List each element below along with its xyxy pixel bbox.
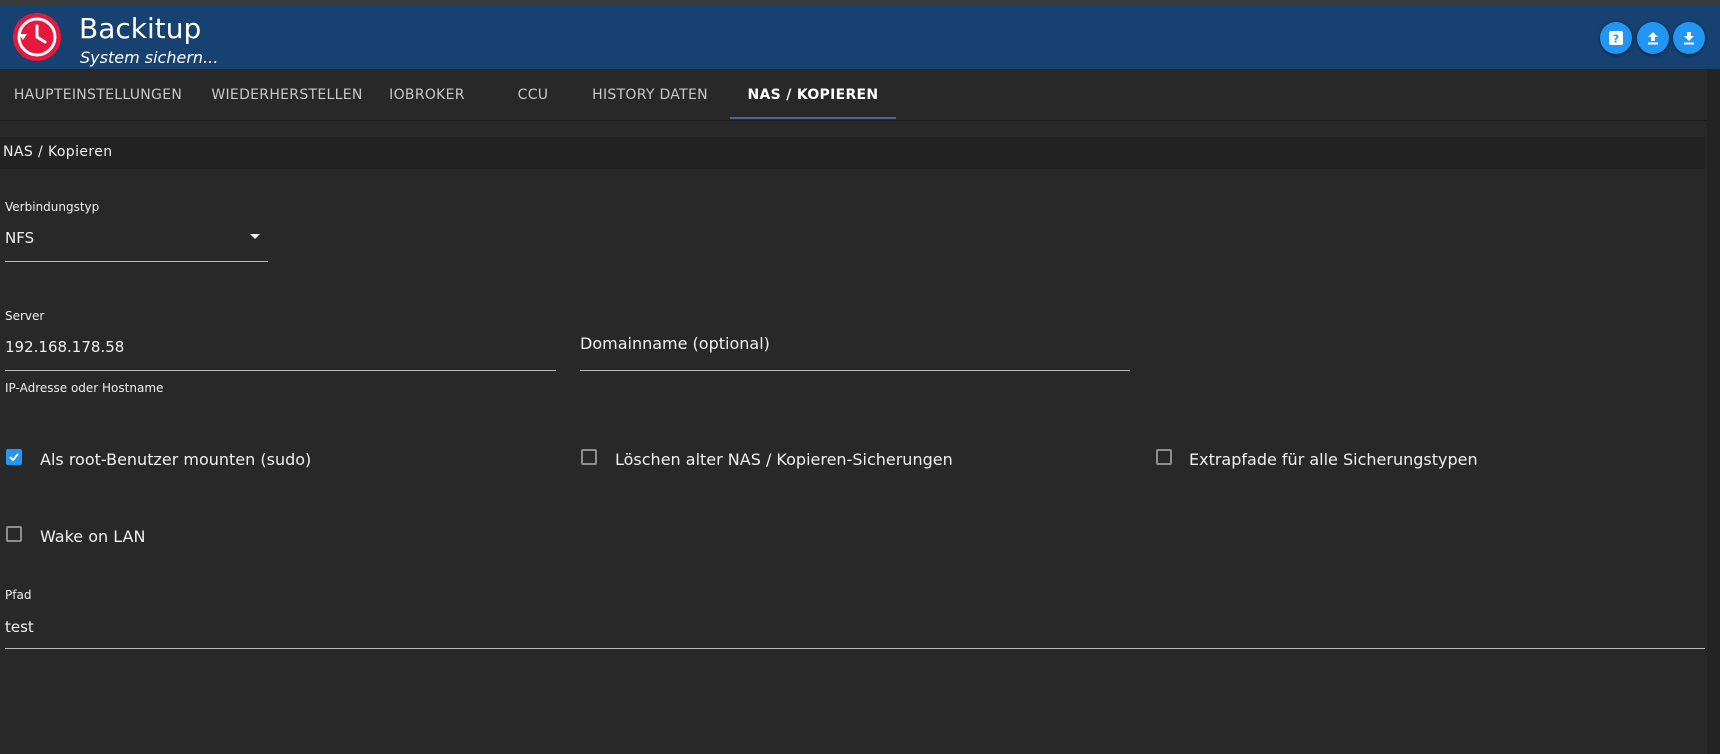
delete-old-backups-checkbox[interactable] (581, 449, 597, 465)
root-mount-checkbox[interactable] (6, 449, 22, 465)
server-underline (5, 370, 556, 371)
help-button[interactable]: ? (1600, 22, 1632, 54)
domain-input[interactable]: Domainname (optional) (580, 334, 770, 353)
tab-wiederherstellen[interactable]: WIEDERHERSTELLEN (196, 70, 378, 120)
tab-nas-kopieren[interactable]: NAS / KOPIEREN (730, 70, 896, 120)
help-icon: ? (1608, 30, 1624, 46)
server-label: Server (5, 309, 45, 323)
svg-text:?: ? (1613, 33, 1619, 46)
section-header (0, 137, 1705, 169)
app-header: Backitup System sichern... ? (0, 5, 1720, 70)
backitup-logo-icon (12, 12, 62, 62)
path-underline (5, 648, 1705, 649)
wake-on-lan-label[interactable]: Wake on LAN (40, 527, 145, 546)
root-mount-label[interactable]: Als root-Benutzer mounten (sudo) (40, 450, 311, 469)
app-title: Backitup (79, 12, 202, 45)
server-input[interactable]: 192.168.178.58 (5, 338, 124, 356)
extra-paths-label[interactable]: Extrapfade für alle Sicherungstypen (1189, 450, 1478, 469)
app-subtitle: System sichern... (80, 48, 219, 67)
path-label: Pfad (5, 588, 32, 602)
domain-underline (580, 370, 1130, 371)
delete-old-backups-label[interactable]: Löschen alter NAS / Kopieren-Sicherungen (615, 450, 953, 469)
download-button[interactable] (1673, 22, 1705, 54)
tab-haupteinstellungen[interactable]: HAUPTEINSTELLUNGEN (0, 70, 196, 120)
upload-icon (1645, 30, 1661, 46)
tab-bar: HAUPTEINSTELLUNGEN WIEDERHERSTELLEN IOBR… (0, 70, 1720, 121)
wake-on-lan-checkbox[interactable] (6, 526, 22, 542)
tab-iobroker[interactable]: IOBROKER (378, 70, 476, 120)
server-helper-text: IP-Adresse oder Hostname (5, 381, 164, 395)
connection-type-underline (5, 261, 268, 262)
connection-type-label: Verbindungstyp (5, 200, 100, 214)
dropdown-arrow-icon[interactable] (250, 234, 260, 239)
download-icon (1681, 30, 1697, 46)
page: Backitup System sichern... ? HAUPTEINSTE… (0, 0, 1720, 754)
scrollbar-track[interactable] (1707, 70, 1720, 754)
tab-history-daten[interactable]: HISTORY DATEN (570, 70, 730, 120)
connection-type-select[interactable]: NFS (5, 229, 34, 247)
active-tab-indicator (730, 117, 896, 119)
section-title: NAS / Kopieren (3, 144, 113, 160)
extra-paths-checkbox[interactable] (1156, 449, 1172, 465)
upload-button[interactable] (1637, 22, 1669, 54)
path-input[interactable]: test (5, 618, 34, 636)
